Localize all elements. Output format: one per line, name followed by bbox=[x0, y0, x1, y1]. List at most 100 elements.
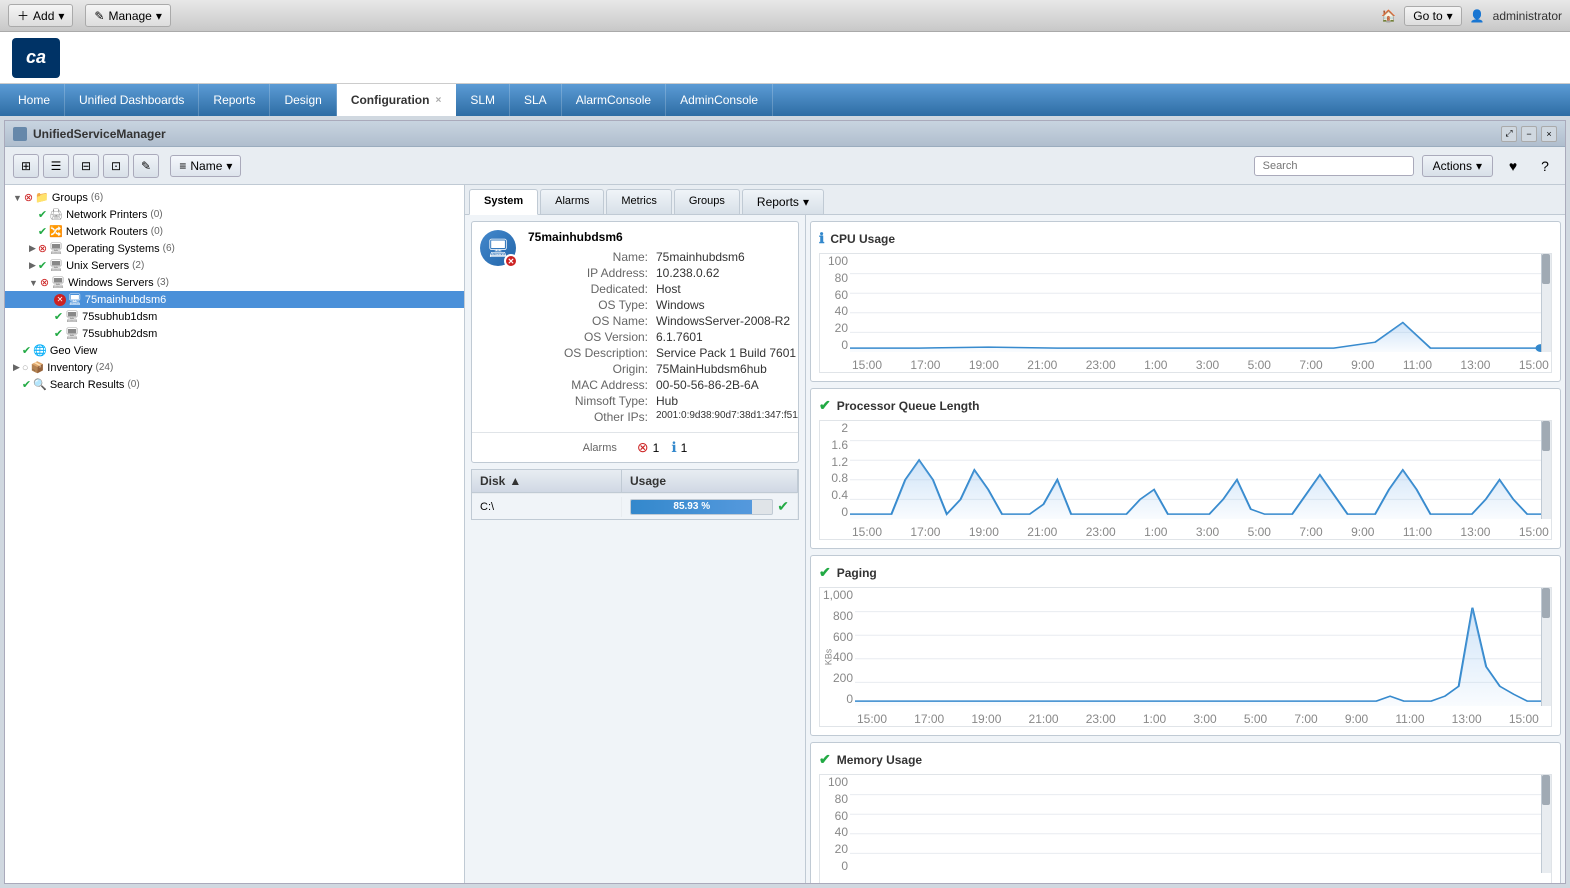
disk-col-header: Disk ▲ bbox=[472, 470, 622, 492]
pql-chart-plot bbox=[850, 421, 1541, 519]
np-count: (0) bbox=[150, 209, 162, 220]
edit-btn[interactable]: ✎ bbox=[133, 154, 159, 178]
nav-tab-configuration[interactable]: Configuration × bbox=[337, 84, 457, 116]
tree-item-inventory[interactable]: ▶ ○ 📦 Inventory (24) bbox=[5, 359, 464, 376]
unix-count: (2) bbox=[132, 260, 144, 271]
close-button[interactable]: × bbox=[1541, 126, 1557, 142]
main-content: ▼ ⊗ 📁 Groups (6) ▶ ✔ 🖨 Network Printers … bbox=[5, 185, 1565, 883]
manage-icon: ✎ bbox=[94, 9, 104, 23]
tab-alarms[interactable]: Alarms bbox=[540, 189, 604, 214]
minimize-button[interactable]: − bbox=[1521, 126, 1537, 142]
info-alarm-count: 1 bbox=[681, 441, 688, 455]
tree-item-75subhub2dsm[interactable]: ▶ ✔ 🖥 75subhub2dsm bbox=[5, 325, 464, 342]
search-input[interactable] bbox=[1254, 156, 1414, 176]
cpu-scrollbar-thumb bbox=[1542, 254, 1550, 284]
tree-item-network-routers[interactable]: ▶ ✔ 🔀 Network Routers (0) bbox=[5, 223, 464, 240]
main-server-icon: 🖥 bbox=[68, 293, 82, 306]
nav-tab-adminconsole[interactable]: AdminConsole bbox=[666, 84, 773, 116]
nav-tab-reports[interactable]: Reports bbox=[199, 84, 270, 116]
os-version-value: 6.1.7601 bbox=[656, 330, 799, 344]
tree-item-windows-servers[interactable]: ▼ ⊗ 🖥 Windows Servers (3) bbox=[5, 274, 464, 291]
sort-icon: ≡ bbox=[179, 159, 186, 173]
disk-header-label: Disk bbox=[480, 474, 505, 488]
tree-item-search-results[interactable]: ▶ ✔ 🔍 Search Results (0) bbox=[5, 376, 464, 393]
actions-chevron: ▾ bbox=[1476, 159, 1482, 173]
tree-item-75mainhubdsm6[interactable]: ▶ ✕ 🖥 75mainhubdsm6 bbox=[5, 291, 464, 308]
name-label-field: Name: bbox=[528, 250, 648, 264]
close-icon[interactable]: × bbox=[435, 95, 441, 106]
nav-tab-unified-dashboards[interactable]: Unified Dashboards bbox=[65, 84, 199, 116]
paging-y-unit: KBs bbox=[823, 649, 833, 666]
tab-system[interactable]: System bbox=[469, 189, 538, 215]
paging-scrollbar[interactable] bbox=[1541, 588, 1551, 706]
window-title: UnifiedServiceManager bbox=[33, 127, 166, 141]
tab-metrics[interactable]: Metrics bbox=[606, 189, 671, 214]
tree-item-operating-systems[interactable]: ▶ ⊗ 🖥 Operating Systems (6) bbox=[5, 240, 464, 257]
reports-dropdown-icon[interactable]: ▾ bbox=[803, 195, 809, 209]
chart-cpu-title: ℹ CPU Usage bbox=[819, 230, 1552, 247]
nav-tab-design[interactable]: Design bbox=[270, 84, 336, 116]
pql-chart-svg bbox=[850, 421, 1541, 519]
tab-reports[interactable]: Reports ▾ bbox=[742, 189, 824, 214]
tree-item-75subhub1dsm[interactable]: ▶ ✔ 🖥 75subhub1dsm bbox=[5, 308, 464, 325]
chart-paging-title: ✔ Paging bbox=[819, 564, 1552, 581]
usage-header-label: Usage bbox=[630, 474, 666, 488]
help-button[interactable]: ? bbox=[1533, 154, 1557, 178]
name-value: 75mainhubdsm6 bbox=[656, 250, 799, 264]
tree-item-geo-view[interactable]: ▶ ✔ 🌐 Geo View bbox=[5, 342, 464, 359]
sub2-label: 75subhub2dsm bbox=[82, 328, 157, 340]
view-tile-btn[interactable]: ⊟ bbox=[73, 154, 99, 178]
nav-tab-slm[interactable]: SLM bbox=[456, 84, 510, 116]
alarms-section: Alarms ⊗ 1 ℹ 1 bbox=[472, 432, 798, 462]
nav-tab-alarmconsole[interactable]: AlarmConsole bbox=[562, 84, 666, 116]
paging-icon: ✔ bbox=[819, 564, 831, 581]
view-list-btn[interactable]: ☰ bbox=[43, 154, 69, 178]
tree-item-groups[interactable]: ▼ ⊗ 📁 Groups (6) bbox=[5, 189, 464, 206]
manage-button[interactable]: ✎ Manage ▾ bbox=[85, 4, 170, 27]
cpu-scrollbar[interactable] bbox=[1541, 254, 1551, 352]
win-icon: 🖥 bbox=[51, 276, 65, 289]
hostname-display: 75mainhubdsm6 bbox=[528, 230, 799, 244]
tree-item-network-printers[interactable]: ▶ ✔ 🖨 Network Printers (0) bbox=[5, 206, 464, 223]
view-grid-btn[interactable]: ⊞ bbox=[13, 154, 39, 178]
sub2-status-icon: ✔ bbox=[54, 327, 63, 340]
chart-cpu-usage: ℹ CPU Usage 100806040200 bbox=[810, 221, 1561, 382]
geo-icon: 🌐 bbox=[33, 344, 47, 357]
nav-bar: Home Unified Dashboards Reports Design C… bbox=[0, 84, 1570, 116]
add-button[interactable]: ＋ Add ▾ bbox=[8, 4, 73, 27]
os-icon: 🖥 bbox=[49, 242, 63, 255]
groups-label: Groups bbox=[52, 192, 88, 204]
os-desc-label: OS Description: bbox=[528, 346, 648, 360]
top-bar: ＋ Add ▾ ✎ Manage ▾ 🏠 Go to ▾ 👤 administr… bbox=[0, 0, 1570, 32]
favorites-button[interactable]: ♥ bbox=[1501, 154, 1525, 178]
pql-scrollbar[interactable] bbox=[1541, 421, 1551, 519]
actions-button[interactable]: Actions ▾ bbox=[1422, 155, 1493, 177]
disk-sort-icon[interactable]: ▲ bbox=[509, 474, 521, 488]
cpu-x-labels: 15:0017:0019:0021:0023:00 1:003:005:007:… bbox=[850, 356, 1551, 372]
chart-paging: ✔ Paging 1,0008006004002000 bbox=[810, 555, 1561, 736]
view-detail-btn[interactable]: ⊡ bbox=[103, 154, 129, 178]
usage-bar-fill: 85.93 % bbox=[631, 500, 752, 514]
os-count: (6) bbox=[163, 243, 175, 254]
groups-folder-icon: 📁 bbox=[35, 191, 49, 204]
pql-chart-area: 21.61.20.80.40 bbox=[819, 420, 1552, 540]
inv-label: Inventory bbox=[47, 362, 92, 374]
detail-panel: 🖥 ✕ 75mainhubdsm6 Name: 75mai bbox=[471, 221, 799, 463]
name-dropdown[interactable]: ≡ Name ▾ bbox=[170, 155, 241, 177]
os-name-label: OS Name: bbox=[528, 314, 648, 328]
add-icon: ＋ bbox=[17, 7, 29, 24]
expand-button[interactable]: ⤢ bbox=[1501, 126, 1517, 142]
nimsoft-label: Nimsoft Type: bbox=[528, 394, 648, 408]
sub1-icon: 🖥 bbox=[65, 310, 79, 323]
origin-label: Origin: bbox=[528, 362, 648, 376]
name-label: Name bbox=[190, 159, 222, 173]
tree-item-unix-servers[interactable]: ▶ ✔ 🖥 Unix Servers (2) bbox=[5, 257, 464, 274]
sub2-icon: 🖥 bbox=[65, 327, 79, 340]
paging-x-labels: 15:0017:0019:0021:0023:00 1:003:005:007:… bbox=[855, 710, 1541, 726]
goto-button[interactable]: Go to ▾ bbox=[1404, 6, 1461, 26]
np-status-icon: ✔ bbox=[38, 208, 47, 221]
tab-groups[interactable]: Groups bbox=[674, 189, 740, 214]
nav-tab-sla[interactable]: SLA bbox=[510, 84, 562, 116]
nav-tab-home[interactable]: Home bbox=[4, 84, 65, 116]
memory-scrollbar[interactable] bbox=[1541, 775, 1551, 873]
